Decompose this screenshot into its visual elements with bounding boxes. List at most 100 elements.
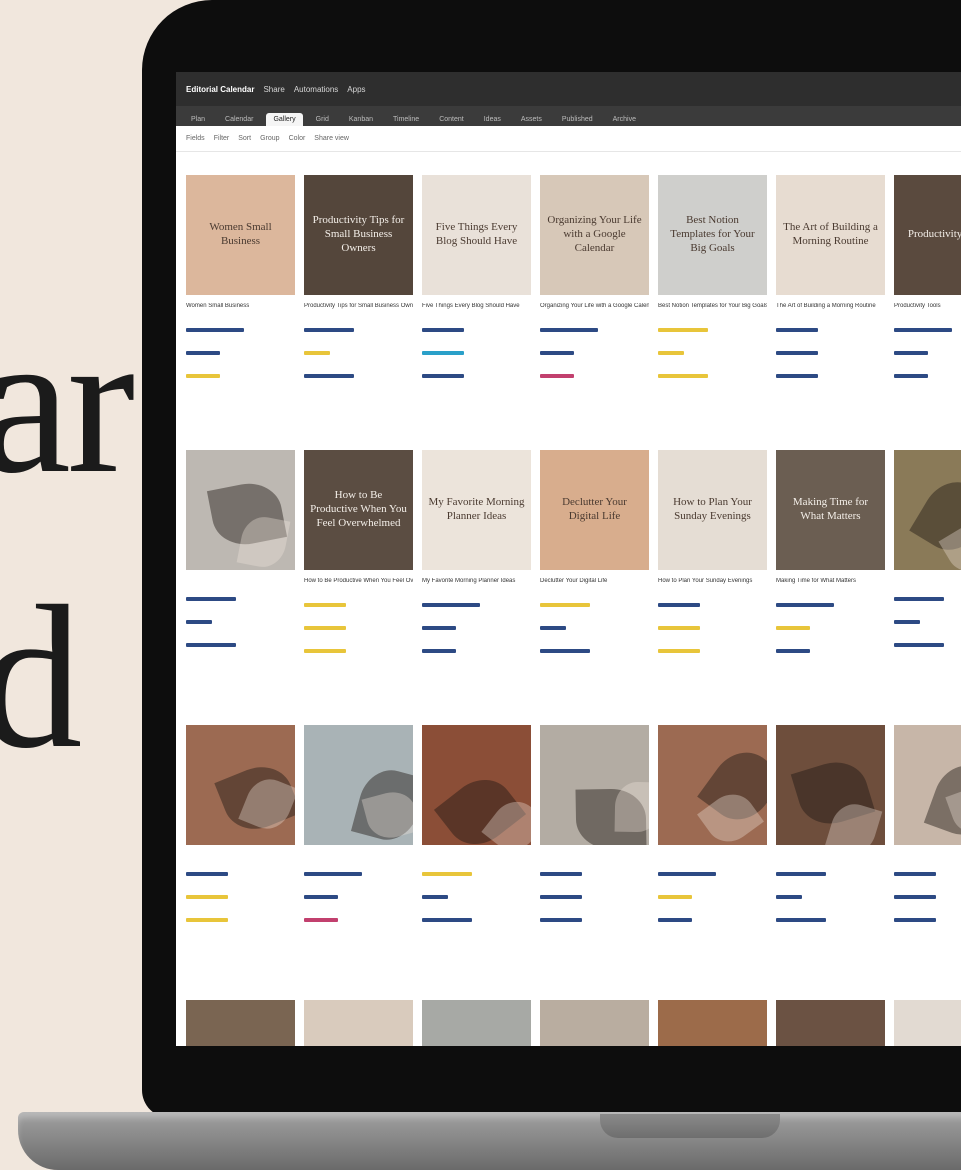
- card-tag: [186, 643, 236, 647]
- gallery-card[interactable]: Productivity Tips for Small Business Own…: [304, 175, 413, 430]
- gallery-card[interactable]: [894, 1000, 961, 1046]
- toolbar-sort-button[interactable]: Sort: [238, 135, 251, 142]
- card-field-label: [186, 885, 295, 891]
- card-thumbnail[interactable]: [658, 725, 767, 845]
- card-tag: [894, 597, 944, 601]
- gallery-card[interactable]: Best Notion Templates for Your Big Goals…: [658, 175, 767, 430]
- card-thumbnail[interactable]: Productivity Tips for Small Business Own…: [304, 175, 413, 295]
- gallery-card[interactable]: [186, 1000, 295, 1046]
- gallery-card[interactable]: [422, 1000, 531, 1046]
- card-thumbnail[interactable]: [776, 1000, 885, 1046]
- gallery-card[interactable]: [894, 725, 961, 980]
- card-tag: [658, 603, 700, 607]
- toolbar-group-button[interactable]: Group: [260, 135, 279, 142]
- card-thumbnail[interactable]: [540, 725, 649, 845]
- gallery-card[interactable]: The Art of Building a Morning Routine The…: [776, 175, 885, 430]
- card-tag: [776, 328, 818, 332]
- card-tag: [540, 626, 566, 630]
- card-field-label: [894, 633, 961, 639]
- tab-ideas[interactable]: Ideas: [477, 113, 508, 126]
- card-thumbnail[interactable]: Best Notion Templates for Your Big Goals: [658, 175, 767, 295]
- card-field-label: [776, 341, 885, 347]
- tab-gallery[interactable]: Gallery: [266, 113, 303, 126]
- tab-plan[interactable]: Plan: [184, 113, 212, 126]
- gallery-card[interactable]: [540, 1000, 649, 1046]
- card-thumbnail[interactable]: Women Small Business: [186, 175, 295, 295]
- card-thumbnail[interactable]: [894, 1000, 961, 1046]
- card-thumbnail[interactable]: [540, 1000, 649, 1046]
- card-field-label: [540, 885, 649, 891]
- card-thumbnail[interactable]: The Art of Building a Morning Routine: [776, 175, 885, 295]
- app-title[interactable]: Editorial Calendar: [186, 85, 254, 94]
- card-thumbnail[interactable]: How to Be Productive When You Feel Overw…: [304, 450, 413, 570]
- card-thumbnail[interactable]: [186, 725, 295, 845]
- card-thumbnail[interactable]: [776, 725, 885, 845]
- gallery-card[interactable]: [776, 1000, 885, 1046]
- toolbar-color-button[interactable]: Color: [289, 135, 306, 142]
- tab-assets[interactable]: Assets: [514, 113, 549, 126]
- tab-grid[interactable]: Grid: [309, 113, 336, 126]
- toolbar-fields-button[interactable]: Fields: [186, 135, 205, 142]
- gallery-card[interactable]: How to Plan Your Sunday Evenings How to P…: [658, 450, 767, 705]
- card-field-label: [894, 908, 961, 914]
- card-thumbnail[interactable]: Declutter Your Digital Life: [540, 450, 649, 570]
- gallery-card[interactable]: Five Things Every Blog Should Have Five T…: [422, 175, 531, 430]
- card-tag: [422, 374, 464, 378]
- card-thumbnail[interactable]: [422, 725, 531, 845]
- gallery-card[interactable]: [422, 725, 531, 980]
- card-thumbnail[interactable]: My Favorite Morning Planner Ideas: [422, 450, 531, 570]
- card-tag: [658, 626, 700, 630]
- tab-content[interactable]: Content: [432, 113, 471, 126]
- gallery-card[interactable]: Productivity Tools Productivity Tools: [894, 175, 961, 430]
- gallery-card[interactable]: My Favorite Morning Planner Ideas My Favo…: [422, 450, 531, 705]
- gallery-card[interactable]: [304, 725, 413, 980]
- gallery-card[interactable]: [894, 450, 961, 705]
- gallery-card[interactable]: [658, 1000, 767, 1046]
- gallery-card[interactable]: Making Time for What Matters Making Time …: [776, 450, 885, 705]
- menu-apps[interactable]: Apps: [347, 85, 365, 94]
- card-thumbnail[interactable]: [658, 1000, 767, 1046]
- tab-calendar[interactable]: Calendar: [218, 113, 260, 126]
- card-thumbnail[interactable]: Organizing Your Life with a Google Calen…: [540, 175, 649, 295]
- card-field-label: [540, 364, 649, 370]
- card-tag: [304, 626, 346, 630]
- menu-share[interactable]: Share: [263, 85, 284, 94]
- card-thumbnail[interactable]: Five Things Every Blog Should Have: [422, 175, 531, 295]
- gallery-card[interactable]: Declutter Your Digital Life Declutter You…: [540, 450, 649, 705]
- tab-archive[interactable]: Archive: [606, 113, 643, 126]
- gallery-card[interactable]: How to Be Productive When You Feel Overw…: [304, 450, 413, 705]
- card-thumbnail[interactable]: [186, 1000, 295, 1046]
- card-tag: [776, 872, 826, 876]
- toolbar-filter-button[interactable]: Filter: [214, 135, 230, 142]
- card-field-label: [658, 908, 767, 914]
- card-thumbnail[interactable]: [304, 725, 413, 845]
- gallery-card[interactable]: [304, 1000, 413, 1046]
- card-thumbnail[interactable]: [304, 1000, 413, 1046]
- card-field-label: [776, 639, 885, 645]
- gallery-card[interactable]: [186, 450, 295, 705]
- gallery-card[interactable]: [776, 725, 885, 980]
- gallery-card[interactable]: Organizing Your Life with a Google Calen…: [540, 175, 649, 430]
- gallery-card[interactable]: Women Small Business Women Small Business: [186, 175, 295, 430]
- card-thumbnail[interactable]: Making Time for What Matters: [776, 450, 885, 570]
- card-thumbnail[interactable]: [422, 1000, 531, 1046]
- tab-published[interactable]: Published: [555, 113, 600, 126]
- card-tag: [304, 649, 346, 653]
- hero-line-2: d: [0, 564, 83, 791]
- card-field-label: [304, 364, 413, 370]
- gallery-card[interactable]: [540, 725, 649, 980]
- card-thumbnail[interactable]: [894, 725, 961, 845]
- tab-timeline[interactable]: Timeline: [386, 113, 426, 126]
- card-tag: [304, 603, 346, 607]
- gallery-card[interactable]: [186, 725, 295, 980]
- card-thumbnail[interactable]: [894, 450, 961, 570]
- card-thumbnail[interactable]: Productivity Tools: [894, 175, 961, 295]
- card-field-label: [894, 610, 961, 616]
- tab-kanban[interactable]: Kanban: [342, 113, 380, 126]
- card-thumbnail[interactable]: How to Plan Your Sunday Evenings: [658, 450, 767, 570]
- card-thumbnail[interactable]: [186, 450, 295, 570]
- card-tag: [540, 374, 574, 378]
- toolbar-share-view-button[interactable]: Share view: [314, 135, 349, 142]
- gallery-card[interactable]: [658, 725, 767, 980]
- menu-automations[interactable]: Automations: [294, 85, 338, 94]
